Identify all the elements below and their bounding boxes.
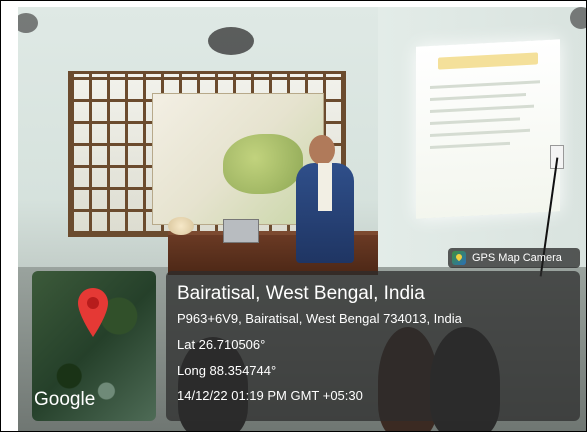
slide-title-bar xyxy=(438,52,538,70)
location-title: Bairatisal, West Bengal, India xyxy=(177,283,425,304)
projector-screen xyxy=(416,39,560,219)
gps-map-camera-icon xyxy=(452,251,466,265)
slide-line xyxy=(430,104,534,114)
location-address: P963+6V9, Bairatisal, West Bengal 734013… xyxy=(177,311,462,326)
latitude: Lat 26.710506° xyxy=(177,337,266,352)
banner-leaf-graphic xyxy=(223,134,303,194)
slide-line xyxy=(430,93,526,102)
slide-line xyxy=(430,80,540,90)
photo-frame: GPS Map Camera Google Bairatisal, West B… xyxy=(0,0,587,432)
wall-fan-left xyxy=(18,13,38,33)
slide-line xyxy=(430,117,520,126)
wall-fan-right xyxy=(570,7,586,29)
flower-bouquet xyxy=(168,217,194,235)
ceiling-fan xyxy=(208,27,254,55)
google-logo: Google xyxy=(34,389,96,410)
map-thumbnail: Google xyxy=(32,271,156,421)
slide-line xyxy=(430,128,530,138)
speaker-head xyxy=(309,135,335,165)
map-pin-icon xyxy=(78,288,108,337)
app-label: GPS Map Camera xyxy=(472,252,562,264)
laptop xyxy=(223,219,259,243)
gps-app-tag: GPS Map Camera xyxy=(448,248,580,268)
slide-line xyxy=(430,141,510,150)
longitude: Long 88.354744° xyxy=(177,363,277,378)
timestamp: 14/12/22 01:19 PM GMT +05:30 xyxy=(177,388,363,403)
speaker-scarf xyxy=(318,163,332,211)
